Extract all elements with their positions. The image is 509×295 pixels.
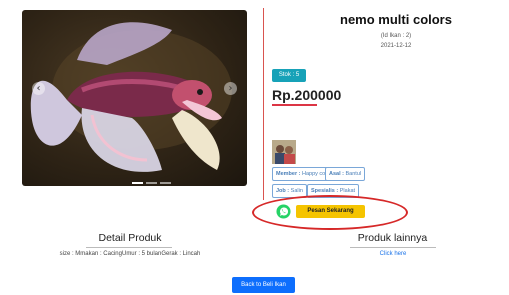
whatsapp-icon[interactable] [276,204,291,219]
chevron-right-icon[interactable]: › [224,82,237,95]
product-date: 2021-12-12 [380,43,412,49]
vertical-divider [263,8,264,200]
product-image-carousel[interactable] [22,10,247,186]
detail-text: size : Mmakan : CacingUmur : 5 bulanGera… [59,251,201,257]
order-now-button[interactable]: Pesan Sekarang [296,205,365,218]
product-title: nemo multi colors [340,12,452,27]
carousel-indicator[interactable] [160,182,171,184]
other-products-heading: Produk lainnya [357,232,428,244]
betta-fish-image [30,22,232,172]
special-value: Plakat [339,188,356,194]
special-label: Spesialis : [311,188,339,194]
product-id: (Id Ikan : 2) [380,33,412,39]
stock-badge: Stok : 5 [272,69,306,82]
carousel-indicators [132,182,176,185]
detail-heading: Detail Produk [98,232,162,244]
seller-asal-tag[interactable]: Asal : Bantul [325,167,366,181]
detail-underline [86,247,172,248]
carousel-indicator[interactable] [132,182,143,184]
carousel-indicator[interactable] [146,182,157,184]
asal-value: Bantul [345,171,362,177]
chevron-left-icon[interactable]: ‹ [32,82,45,95]
product-price: Rp.200000 [272,87,342,103]
seller-member-tag[interactable]: Member : Happy coy [272,167,332,181]
job-label: Job : [276,188,290,194]
price-underline [272,104,317,106]
back-to-shop-button[interactable]: Back to Beli Ikan [232,277,295,293]
job-value: Salin [290,188,303,194]
member-label: Member : [276,171,301,177]
asal-label: Asal : [329,171,344,177]
other-products-underline [350,247,436,248]
other-products-link[interactable]: Click here [350,251,436,257]
seller-avatar [272,140,296,164]
